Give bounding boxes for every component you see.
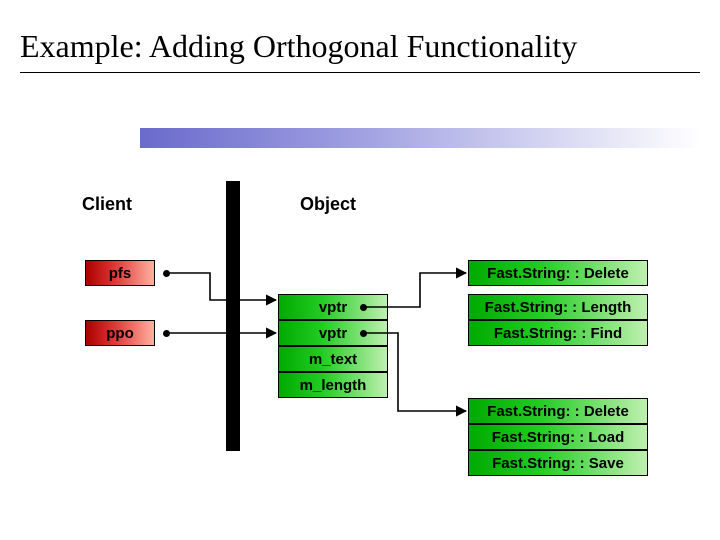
title-underline — [20, 72, 700, 73]
separator-bar — [226, 181, 240, 451]
vtable1-delete: Fast.String: : Delete — [468, 260, 648, 286]
object-m-text-label: m_text — [309, 351, 357, 368]
heading-client: Client — [82, 194, 132, 215]
pointer-dot — [163, 270, 170, 277]
object-vptr2-label: vptr — [319, 325, 347, 342]
object-vptr2: vptr — [278, 320, 388, 346]
object-vptr1: vptr — [278, 294, 388, 320]
client-pfs-label: pfs — [109, 265, 132, 282]
vtable2-m0: Fast.String: : Delete — [487, 403, 629, 420]
accent-band — [140, 128, 700, 148]
pointer-dot — [360, 330, 367, 337]
vtable1-m2: Fast.String: : Find — [494, 325, 622, 342]
slide-title: Example: Adding Orthogonal Functionality — [20, 28, 577, 65]
object-m-length: m_length — [278, 372, 388, 398]
object-m-text: m_text — [278, 346, 388, 372]
client-pfs-box: pfs — [85, 260, 155, 286]
object-m-length-label: m_length — [300, 377, 367, 394]
vtable2-m1: Fast.String: : Load — [492, 429, 625, 446]
pointer-dot — [360, 304, 367, 311]
vtable2-save: Fast.String: : Save — [468, 450, 648, 476]
vtable1-length: Fast.String: : Length — [468, 294, 648, 320]
vtable1-m1: Fast.String: : Length — [485, 299, 632, 316]
heading-object: Object — [300, 194, 356, 215]
client-ppo-box: ppo — [85, 320, 155, 346]
vtable2-delete: Fast.String: : Delete — [468, 398, 648, 424]
vtable2-load: Fast.String: : Load — [468, 424, 648, 450]
client-ppo-label: ppo — [106, 325, 134, 342]
vtable2-m2: Fast.String: : Save — [492, 455, 624, 472]
vtable1-m0: Fast.String: : Delete — [487, 265, 629, 282]
pointer-dot — [163, 330, 170, 337]
vtable1-find: Fast.String: : Find — [468, 320, 648, 346]
object-vptr1-label: vptr — [319, 299, 347, 316]
